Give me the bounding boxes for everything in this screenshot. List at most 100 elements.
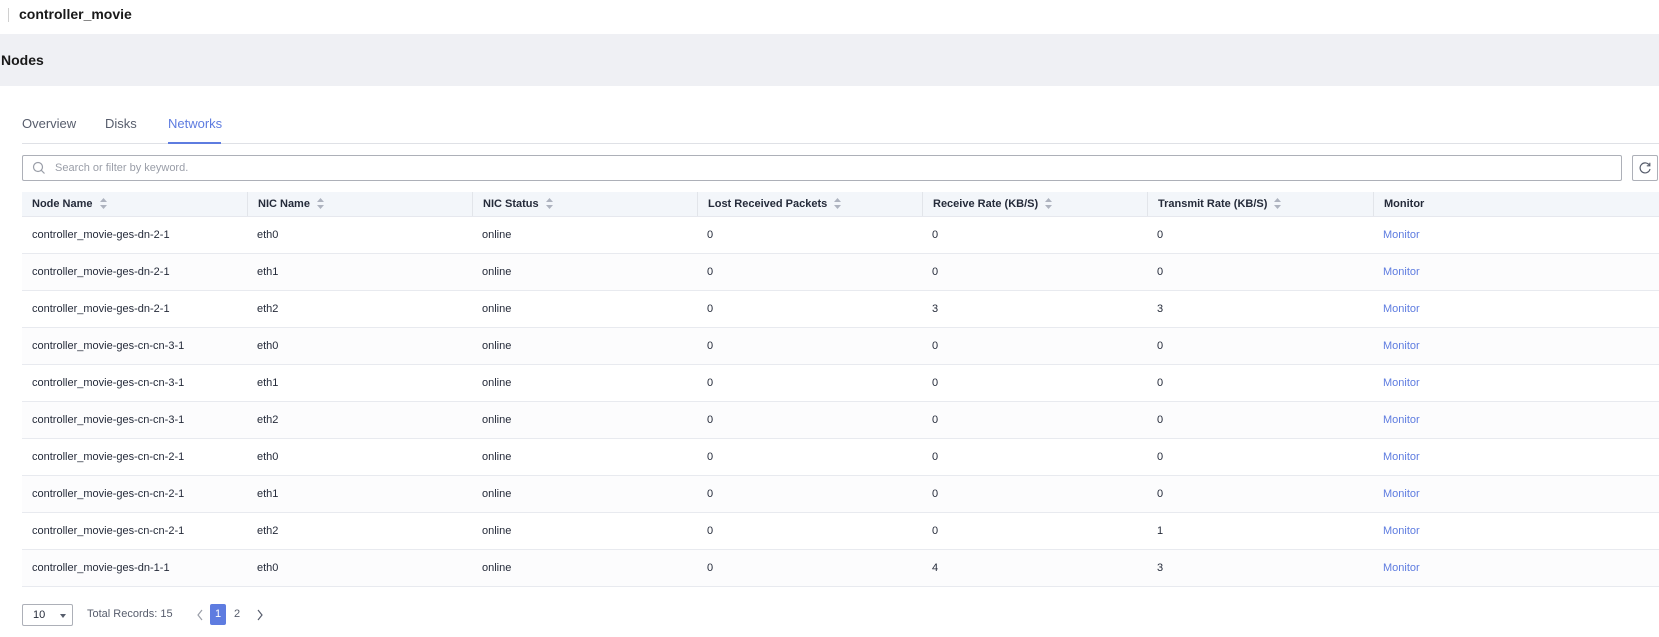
table-row: controller_movie-ges-dn-2-1 eth0 online 0 0 0… (22, 217, 1659, 254)
receive-rate-cell: 0 (932, 414, 939, 426)
monitor-link[interactable]: Monitor (1373, 328, 1659, 364)
transmit-rate-cell: 0 (1157, 377, 1164, 389)
transmit-rate-cell: 0 (1157, 229, 1164, 241)
column-header-node-name[interactable]: Node Name (22, 192, 247, 216)
sort-icon[interactable] (316, 197, 324, 209)
networks-table: Node Name NIC Name NIC Status Lost Recei… (22, 192, 1659, 587)
search-box (22, 155, 1622, 181)
monitor-link[interactable]: Monitor (1373, 365, 1659, 401)
column-header-receive-rate[interactable]: Receive Rate (KB/S) (922, 192, 1147, 216)
monitor-link[interactable]: Monitor (1373, 254, 1659, 290)
sort-icon[interactable] (99, 197, 107, 209)
page-button-2[interactable]: 2 (229, 604, 245, 625)
nic-status-cell: online (482, 414, 512, 426)
lost-packets-cell: 0 (707, 525, 714, 537)
pagination: 10 Total Records: 15 1 2 (22, 604, 622, 626)
transmit-rate-cell: 1 (1157, 525, 1164, 537)
nic-status-cell: online (482, 340, 512, 352)
lost-packets-cell: 0 (707, 266, 714, 278)
page-button-1[interactable]: 1 (210, 604, 226, 625)
monitor-link[interactable]: Monitor (1373, 217, 1659, 253)
nic-name-cell: eth0 (257, 229, 279, 241)
table-row: controller_movie-ges-cn-cn-3-1 eth2 online… (22, 402, 1659, 439)
monitor-link[interactable]: Monitor (1373, 550, 1659, 586)
nic-status-cell: online (482, 525, 512, 537)
monitor-link[interactable]: Monitor (1373, 291, 1659, 327)
search-icon (32, 161, 46, 175)
tab-bar: Overview Disks Networks (22, 103, 1659, 144)
nic-name-cell: eth2 (257, 525, 279, 537)
table-row: controller_movie-ges-cn-cn-2-1 eth2 online… (22, 513, 1659, 550)
search-input[interactable] (53, 158, 1597, 178)
nic-status-cell: online (482, 377, 512, 389)
monitor-link[interactable]: Monitor (1373, 402, 1659, 438)
tab-disks[interactable]: Disks (105, 116, 137, 131)
node-name-cell: controller_movie-ges-cn-cn-3-1 (32, 340, 185, 352)
node-name-cell: controller_movie-ges-cn-cn-2-1 (32, 451, 185, 463)
app-title: controller_movie (19, 6, 132, 22)
transmit-rate-cell: 0 (1157, 266, 1164, 278)
table-row: controller_movie-ges-dn-2-1 eth1 online 0 0 0… (22, 254, 1659, 291)
nic-name-cell: eth2 (257, 414, 279, 426)
monitor-link[interactable]: Monitor (1373, 476, 1659, 512)
receive-rate-cell: 0 (932, 525, 939, 537)
lost-packets-cell: 0 (707, 229, 714, 241)
lost-packets-cell: 0 (707, 488, 714, 500)
table-row: controller_movie-ges-cn-cn-2-1 eth1 online… (22, 476, 1659, 513)
transmit-rate-cell: 0 (1157, 488, 1164, 500)
lost-packets-cell: 0 (707, 562, 714, 574)
receive-rate-cell: 0 (932, 377, 939, 389)
sort-icon[interactable] (545, 197, 553, 209)
nic-status-cell: online (482, 488, 512, 500)
chevron-left-icon[interactable] (195, 608, 205, 622)
lost-packets-cell: 0 (707, 377, 714, 389)
receive-rate-cell: 3 (932, 303, 939, 315)
nic-name-cell: eth0 (257, 451, 279, 463)
nic-name-cell: eth0 (257, 562, 279, 574)
lost-packets-cell: 0 (707, 451, 714, 463)
transmit-rate-cell: 0 (1157, 451, 1164, 463)
transmit-rate-cell: 3 (1157, 303, 1164, 315)
column-header-lost-received-packets[interactable]: Lost Received Packets (697, 192, 922, 216)
table-row: controller_movie-ges-dn-2-1 eth2 online 0 3 3… (22, 291, 1659, 328)
section-title: Nodes (1, 52, 44, 68)
section-header: Nodes (0, 34, 1659, 86)
transmit-rate-cell: 3 (1157, 562, 1164, 574)
title-divider (8, 8, 9, 22)
tab-overview[interactable]: Overview (22, 116, 76, 131)
node-name-cell: controller_movie-ges-cn-cn-2-1 (32, 525, 185, 537)
receive-rate-cell: 0 (932, 340, 939, 352)
column-header-nic-status[interactable]: NIC Status (472, 192, 697, 216)
node-name-cell: controller_movie-ges-dn-2-1 (32, 303, 170, 315)
top-bar: controller_movie (0, 0, 1659, 34)
caret-down-icon (60, 614, 66, 618)
table-row: controller_movie-ges-dn-1-1 eth0 online 0 4 3… (22, 550, 1659, 587)
nic-name-cell: eth1 (257, 266, 279, 278)
table-body: controller_movie-ges-dn-2-1 eth0 online 0 0 0… (22, 217, 1659, 587)
receive-rate-cell: 0 (932, 488, 939, 500)
node-name-cell: controller_movie-ges-dn-2-1 (32, 229, 170, 241)
nic-name-cell: eth0 (257, 340, 279, 352)
chevron-right-icon[interactable] (255, 608, 265, 622)
monitor-link[interactable]: Monitor (1373, 439, 1659, 475)
refresh-icon (1639, 162, 1651, 174)
column-header-monitor: Monitor (1373, 192, 1659, 216)
column-header-nic-name[interactable]: NIC Name (247, 192, 472, 216)
receive-rate-cell: 0 (932, 266, 939, 278)
refresh-button[interactable] (1632, 155, 1658, 181)
sort-icon[interactable] (1274, 197, 1282, 209)
tab-networks[interactable]: Networks (168, 116, 222, 131)
table-header: Node Name NIC Name NIC Status Lost Recei… (22, 192, 1659, 217)
monitor-link[interactable]: Monitor (1373, 513, 1659, 549)
sort-icon[interactable] (1045, 197, 1053, 209)
table-row: controller_movie-ges-cn-cn-2-1 eth0 online… (22, 439, 1659, 476)
table-row: controller_movie-ges-cn-cn-3-1 eth0 online… (22, 328, 1659, 365)
sort-icon[interactable] (834, 197, 842, 209)
total-records: Total Records: 15 (87, 608, 173, 620)
nic-status-cell: online (482, 266, 512, 278)
receive-rate-cell: 4 (932, 562, 939, 574)
node-name-cell: controller_movie-ges-cn-cn-3-1 (32, 377, 185, 389)
column-header-transmit-rate[interactable]: Transmit Rate (KB/S) (1147, 192, 1373, 216)
lost-packets-cell: 0 (707, 303, 714, 315)
page-size-select[interactable]: 10 (22, 604, 73, 626)
